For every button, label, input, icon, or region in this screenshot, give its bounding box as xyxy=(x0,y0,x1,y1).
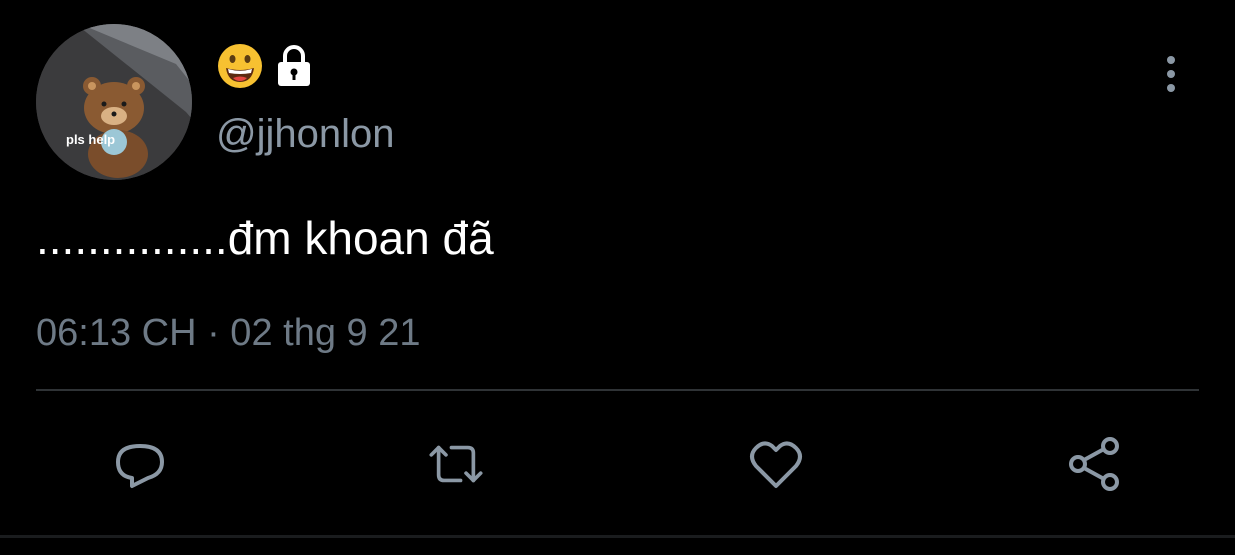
avatar-caption: pls help xyxy=(66,132,116,147)
tweet-timestamp[interactable]: 06:13 CH · 02 thg 9 21 xyxy=(36,310,420,356)
avatar[interactable]: pls help xyxy=(36,24,192,180)
reply-button[interactable] xyxy=(108,432,172,496)
user-handle[interactable]: @jjhonlon xyxy=(216,110,395,158)
grinning-face-emoji-icon xyxy=(218,44,262,88)
tweet-card: pls help @jjhonlon ...............đm kho… xyxy=(0,0,1235,555)
retweet-button[interactable] xyxy=(424,432,488,496)
display-name[interactable] xyxy=(216,42,314,90)
like-button[interactable] xyxy=(744,432,808,496)
like-icon xyxy=(750,441,802,488)
reply-icon xyxy=(116,444,164,488)
bottom-divider xyxy=(0,535,1235,538)
vertical-dots-icon xyxy=(1167,56,1175,92)
avatar-image xyxy=(36,24,192,180)
retweet-icon xyxy=(429,445,483,483)
divider xyxy=(36,389,1199,391)
lock-icon xyxy=(278,45,310,86)
share-button[interactable] xyxy=(1062,432,1126,496)
tweet-text: ...............đm khoan đã xyxy=(36,212,494,264)
more-options-icon[interactable] xyxy=(1152,52,1190,100)
share-icon xyxy=(1069,437,1119,491)
